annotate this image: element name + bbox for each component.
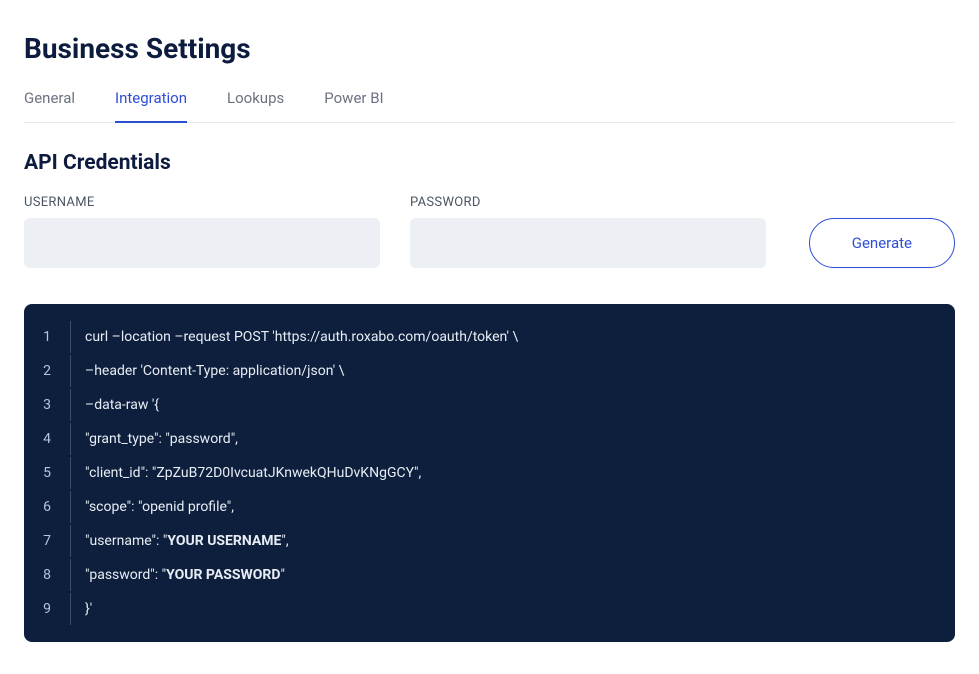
code-line: 7"username": "YOUR USERNAME", (24, 524, 955, 558)
code-block: 1curl –location –request POST 'https://a… (24, 304, 955, 642)
line-content: "password": "YOUR PASSWORD" (71, 567, 285, 583)
line-number: 3 (24, 397, 70, 413)
line-number: 9 (24, 601, 70, 617)
line-number: 4 (24, 431, 70, 447)
tab-general[interactable]: General (24, 89, 75, 123)
line-content: "grant_type": "password", (71, 431, 238, 447)
line-content: "client_id": "ZpZuB72D0IvcuatJKnwekQHuDv… (71, 465, 421, 481)
username-label: USERNAME (24, 195, 380, 210)
username-field-group: USERNAME (24, 195, 380, 268)
line-number: 8 (24, 567, 70, 583)
code-line: 4"grant_type": "password", (24, 422, 955, 456)
tabs-container: General Integration Lookups Power BI (24, 89, 955, 123)
code-line: 6"scope": "openid profile", (24, 490, 955, 524)
line-number: 2 (24, 363, 70, 379)
line-number: 6 (24, 499, 70, 515)
line-content: curl –location –request POST 'https://au… (71, 329, 518, 345)
page-title: Business Settings (24, 32, 955, 65)
tab-power-bi[interactable]: Power BI (324, 89, 383, 123)
line-content: "scope": "openid profile", (71, 499, 234, 515)
line-content: –header 'Content-Type: application/json'… (71, 363, 344, 379)
password-label: PASSWORD (410, 195, 766, 210)
credentials-row: USERNAME PASSWORD Generate (24, 195, 955, 268)
code-line: 3–data-raw '{ (24, 388, 955, 422)
username-input[interactable] (24, 218, 380, 268)
code-line: 1curl –location –request POST 'https://a… (24, 320, 955, 354)
code-line: 8"password": "YOUR PASSWORD" (24, 558, 955, 592)
line-content: "username": "YOUR USERNAME", (71, 533, 289, 549)
line-content: }' (71, 601, 92, 617)
line-number: 1 (24, 329, 70, 345)
password-field-group: PASSWORD (410, 195, 766, 268)
tab-lookups[interactable]: Lookups (227, 89, 284, 123)
code-line: 5"client_id": "ZpZuB72D0IvcuatJKnwekQHuD… (24, 456, 955, 490)
generate-button[interactable]: Generate (809, 218, 955, 268)
password-input[interactable] (410, 218, 766, 268)
code-line: 9}' (24, 592, 955, 626)
line-number: 7 (24, 533, 70, 549)
section-title: API Credentials (24, 151, 955, 175)
line-content: –data-raw '{ (71, 397, 159, 413)
tab-integration[interactable]: Integration (115, 89, 187, 123)
code-line: 2–header 'Content-Type: application/json… (24, 354, 955, 388)
line-number: 5 (24, 465, 70, 481)
